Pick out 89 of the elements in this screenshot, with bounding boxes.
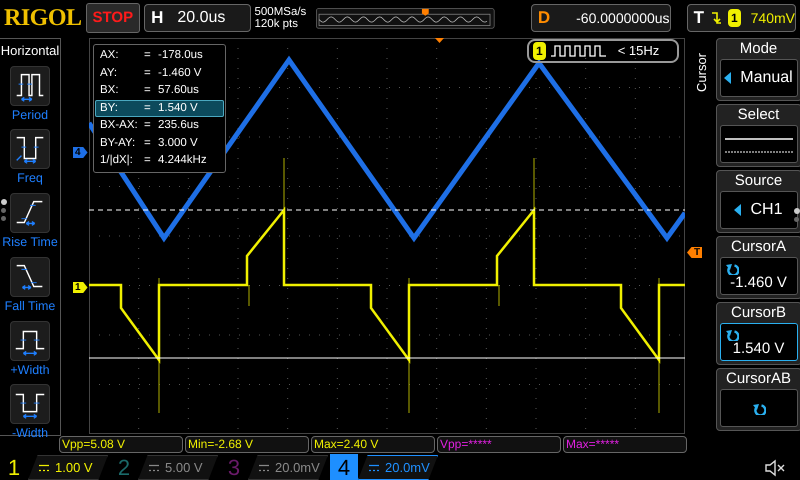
trace-marker[interactable]: T	[687, 247, 702, 258]
timebase-box[interactable]: H 20.0us	[144, 4, 251, 32]
readout-name: BX:	[100, 83, 120, 98]
dc-coupling-icon	[39, 464, 49, 472]
timebase-value: 20.0us	[177, 8, 226, 28]
measurement-value: Vpp=*****	[437, 436, 561, 453]
trigger-position-marker[interactable]	[435, 38, 444, 43]
counter-value: < 15Hz	[618, 42, 660, 60]
delay-label: D	[536, 7, 552, 30]
softkey[interactable]: CursorA -1.460 V	[716, 236, 800, 299]
delay-value: -60.0000000us	[576, 8, 670, 28]
readout-value: 235.6us	[158, 118, 199, 133]
readout-name: BY-AY:	[100, 136, 136, 150]
measure-label: -Width	[12, 425, 48, 442]
delay-box[interactable]: D -60.0000000us	[530, 4, 671, 32]
softkey-label: Mode	[740, 39, 778, 59]
equals-sign: =	[144, 153, 152, 168]
measure-label: Period	[12, 106, 48, 124]
timebase-label: H	[150, 7, 164, 30]
trigger-level: 740mV	[750, 8, 795, 28]
page-indicator	[794, 208, 800, 222]
readout-name: AX:	[100, 48, 120, 63]
readout-name: BX-AX:	[100, 118, 139, 133]
softkey-label: CursorA	[730, 237, 786, 257]
dc-coupling-icon	[149, 464, 159, 472]
trigger-label: T	[692, 7, 705, 30]
readout-name: AY:	[100, 66, 118, 80]
softkey[interactable]: CursorAB	[716, 368, 800, 431]
left-arrow-icon	[734, 204, 742, 216]
knob-icon	[724, 327, 738, 341]
readout-name: BY:	[100, 100, 119, 116]
mute-icon[interactable]	[764, 458, 786, 476]
readout-name: 1/|dX|:	[100, 153, 134, 168]
measure-button[interactable]	[10, 384, 50, 424]
readout-value: 1.540 V	[158, 100, 198, 116]
softkey-value: 1.540 V	[732, 340, 784, 358]
dc-coupling-icon	[259, 464, 269, 472]
softkey[interactable]: CursorB 1.540 V	[716, 302, 800, 365]
measurement-value: Min=-2.68 V	[185, 436, 309, 453]
dc-coupling-icon	[369, 464, 379, 472]
falling-edge-icon	[710, 10, 722, 26]
brand-logo: RIGOL	[4, 4, 82, 33]
softkey-value: CH1	[750, 200, 782, 220]
measure-label: +Width	[10, 362, 50, 378]
measurement-value: Max=2.40 V	[311, 436, 435, 453]
softkey-label: Select	[738, 105, 780, 125]
page-indicator	[1, 199, 7, 221]
readout-value: 57.60us	[158, 83, 199, 98]
readout-value: 3.000 V	[158, 136, 198, 150]
measurement-value: Vpp=5.08 V	[59, 436, 183, 453]
equals-sign: =	[144, 118, 152, 133]
measurement-value: Max=*****	[563, 436, 687, 453]
knob-icon	[752, 401, 766, 415]
menu-title: Cursor	[693, 52, 710, 92]
measure-button[interactable]	[10, 129, 50, 170]
softkey[interactable]: Select	[716, 104, 800, 167]
readout-value: -178.0us	[158, 48, 203, 63]
measure-button[interactable]	[10, 256, 50, 297]
panel-title: Horizontal	[0, 42, 60, 60]
softkey[interactable]: Mode Manual	[716, 38, 800, 101]
softkey[interactable]: Source CH1	[716, 170, 800, 233]
softkey-value: Manual	[740, 68, 793, 88]
sample-rate: 500MSa/s	[254, 6, 306, 18]
measure-button[interactable]	[10, 320, 50, 360]
measure-label: Rise Time	[2, 234, 58, 251]
equals-sign: =	[144, 136, 152, 150]
memory-depth: 120k pts	[254, 18, 299, 30]
readout-value: 4.244kHz	[158, 153, 207, 168]
trigger-box[interactable]: T 1 740mV	[686, 4, 796, 32]
softkey-label: CursorAB	[726, 369, 792, 389]
equals-sign: =	[144, 48, 152, 63]
softkey-value: -1.460 V	[730, 274, 787, 292]
equals-sign: =	[144, 100, 152, 116]
trigger-source: 1	[728, 9, 741, 27]
equals-sign: =	[144, 66, 152, 80]
measure-label: Fall Time	[4, 298, 56, 315]
measure-button[interactable]	[10, 193, 50, 233]
measure-button[interactable]	[10, 66, 50, 106]
softkey-label: Source	[734, 171, 782, 191]
trace-marker[interactable]: 1	[73, 282, 88, 293]
readout-value: -1.460 V	[158, 66, 202, 80]
softkey-label: CursorB	[730, 303, 786, 323]
equals-sign: =	[144, 83, 152, 98]
knob-icon	[724, 261, 738, 275]
measure-label: Freq	[17, 170, 43, 188]
run-stop-button[interactable]: STOP	[86, 2, 140, 34]
counter-channel: 1	[533, 42, 546, 60]
trace-marker[interactable]: 4	[73, 147, 88, 158]
left-arrow-icon	[724, 72, 732, 84]
